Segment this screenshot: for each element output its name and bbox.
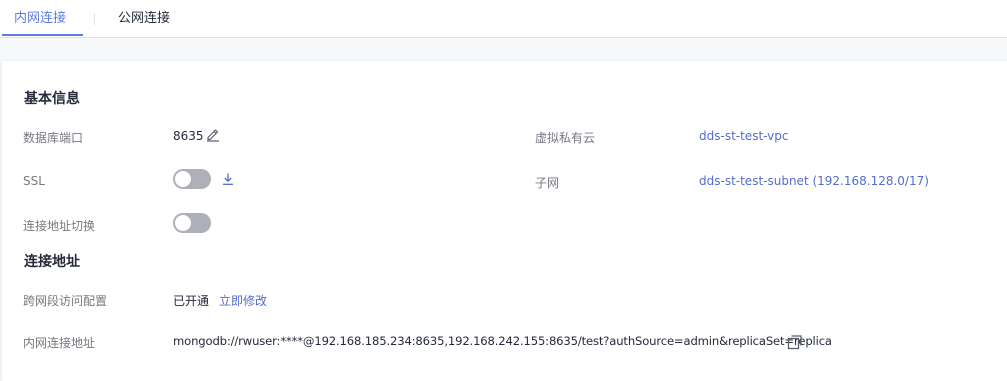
download-icon[interactable] bbox=[221, 172, 235, 189]
addr-switch-toggle-knob bbox=[175, 215, 191, 231]
cross-segment-status: 已开通 bbox=[173, 294, 210, 308]
modify-now-link[interactable]: 立即修改 bbox=[219, 292, 267, 309]
vpc-label: 虚拟私有云 bbox=[535, 131, 596, 145]
tab-divider bbox=[94, 13, 95, 25]
subnet-label: 子网 bbox=[535, 176, 560, 190]
db-port-label: 数据库端口 bbox=[23, 131, 84, 145]
copy-icon[interactable] bbox=[787, 334, 803, 353]
subnet-link[interactable]: dds-st-test-subnet (192.168.128.0/17) bbox=[699, 174, 929, 188]
db-port-value: 8635 bbox=[173, 129, 204, 143]
addr-switch-toggle[interactable] bbox=[173, 213, 211, 233]
vpc-link[interactable]: dds-st-test-vpc bbox=[699, 129, 788, 143]
ssl-toggle-knob bbox=[175, 171, 191, 187]
connection-address-title: 连接地址 bbox=[24, 254, 80, 270]
connection-info-card: 基本信息 数据库端口 8635 虚拟私有云 dds-st-test-vpc SS… bbox=[2, 61, 1007, 381]
active-tab-indicator bbox=[2, 34, 83, 36]
intranet-address-label: 内网连接地址 bbox=[23, 336, 96, 350]
pencil-edit-icon[interactable] bbox=[205, 126, 221, 145]
basic-info-title: 基本信息 bbox=[24, 91, 80, 107]
cross-segment-label: 跨网段访问配置 bbox=[23, 294, 108, 308]
tab-public-connection[interactable]: 公网连接 bbox=[118, 0, 170, 36]
addr-switch-label: 连接地址切换 bbox=[23, 219, 96, 233]
tab-intranet-connection[interactable]: 内网连接 bbox=[14, 0, 66, 36]
connection-tabs: 内网连接 公网连接 bbox=[0, 0, 1007, 38]
ssl-label: SSL bbox=[23, 174, 45, 188]
intranet-address-value: mongodb://rwuser:****@192.168.185.234:86… bbox=[173, 334, 832, 348]
ssl-toggle[interactable] bbox=[173, 169, 211, 189]
